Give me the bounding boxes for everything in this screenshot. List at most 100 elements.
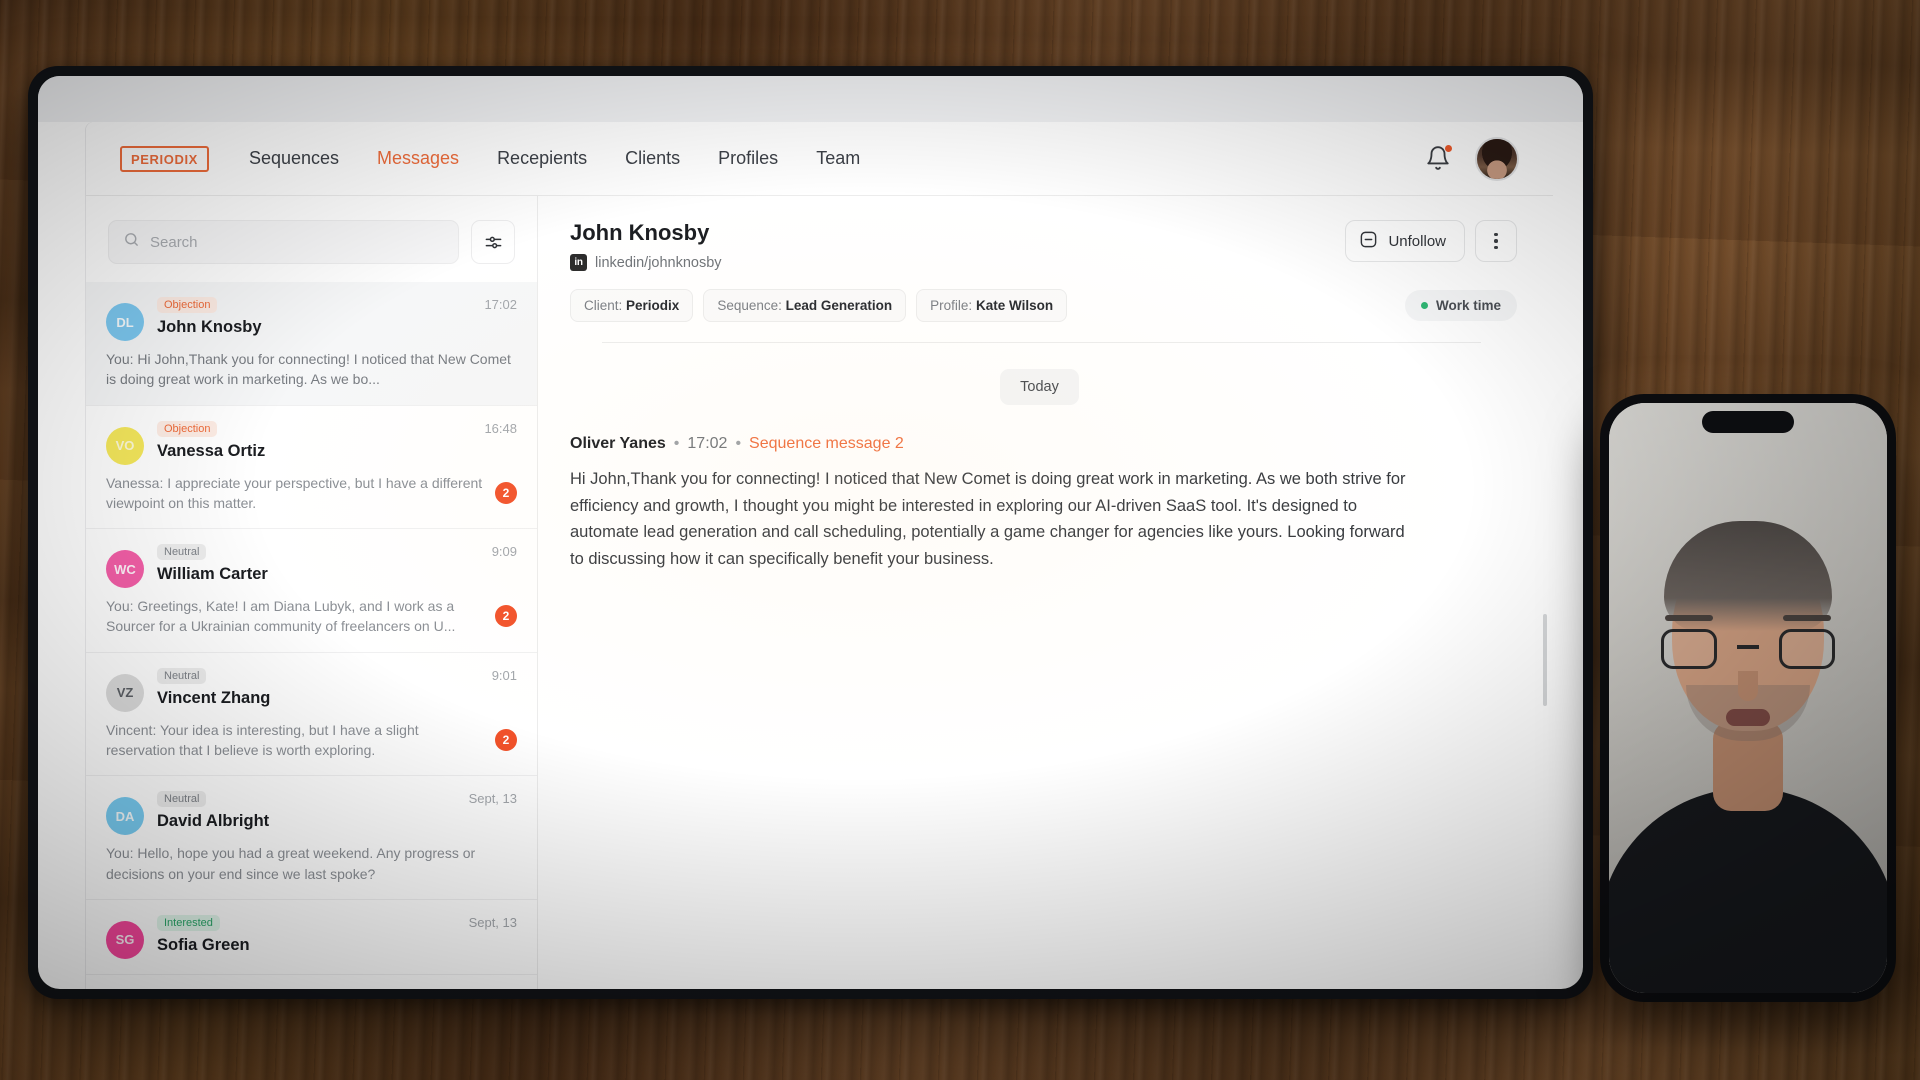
browser-gutter xyxy=(38,76,1583,122)
nav-item-sequences[interactable]: Sequences xyxy=(249,148,339,169)
user-avatar[interactable] xyxy=(1475,136,1519,181)
nav-item-recepients[interactable]: Recepients xyxy=(497,148,587,169)
person-eyebrow-right xyxy=(1783,615,1831,621)
notification-dot xyxy=(1444,143,1453,153)
nav-item-team[interactable]: Team xyxy=(816,148,860,169)
kebab-dot xyxy=(1494,232,1498,237)
nav-item-clients[interactable]: Clients xyxy=(625,148,680,169)
thread-scrollbar[interactable] xyxy=(1543,614,1547,706)
person-nose xyxy=(1738,671,1758,701)
message-body: Hi John,Thank you for connecting! I noti… xyxy=(570,470,1406,569)
conversation-item-david-albright[interactable]: DA Neutral David Albright Sept, 13 You: … xyxy=(86,776,537,900)
person-eyebrow-left xyxy=(1665,615,1713,621)
status-badge: Neutral xyxy=(157,544,207,561)
conversation-item-vincent-zhang[interactable]: VZ Neutral Vincent Zhang 9:01 Vincent: Y… xyxy=(86,653,537,777)
phone-notch xyxy=(1702,411,1794,433)
conversation-time: 17:02 xyxy=(484,297,517,312)
chip-sequence-label: Sequence: xyxy=(717,298,782,313)
chip-sequence-value: Lead Generation xyxy=(785,298,893,313)
more-vertical-icon[interactable] xyxy=(1475,220,1517,262)
linkedin-handle: linkedin/johnknosby xyxy=(595,254,722,271)
conversation-item-sofia-green[interactable]: SG Interested Sofia Green Sept, 13 xyxy=(86,900,537,975)
chip-profile-label: Profile: xyxy=(930,298,973,313)
status-badge: Interested xyxy=(157,914,220,931)
conversation-avatar: DL xyxy=(106,303,144,341)
nav-item-messages[interactable]: Messages xyxy=(377,148,459,169)
conversation-name: Vanessa Ortiz xyxy=(157,441,266,460)
conversation-time: Sept, 13 xyxy=(468,914,517,930)
conversation-avatar: WC xyxy=(106,550,144,589)
chip-profile[interactable]: Profile: Kate Wilson xyxy=(916,289,1068,322)
status-badge: Objection xyxy=(157,297,218,313)
conversation-preview: Vanessa: I appreciate your perspective, … xyxy=(106,474,483,511)
bell-icon[interactable] xyxy=(1425,143,1453,173)
conversation-name: Sofia Green xyxy=(157,935,250,954)
unfollow-button[interactable]: Unfollow xyxy=(1345,220,1465,262)
meta-separator: • xyxy=(735,435,742,452)
conversation-preview: Vincent: Your idea is interesting, but I… xyxy=(106,721,419,759)
tablet-screen: PERIODIX Sequences Messages Recepients C… xyxy=(38,76,1583,989)
filter-sliders-icon[interactable] xyxy=(471,220,515,264)
meta-separator: • xyxy=(673,435,680,452)
message-meta: Oliver Yanes • 17:02 • Sequence message … xyxy=(570,435,1509,453)
thread-header: John Knosby in linkedin/johnknosby Unfol… xyxy=(538,196,1553,343)
app-content: DL Objection John Knosby 17:02 You: Hi J… xyxy=(86,196,1553,989)
phone-screen xyxy=(1609,403,1887,993)
nav-item-profiles[interactable]: Profiles xyxy=(718,148,778,169)
unfollow-label: Unfollow xyxy=(1388,232,1446,250)
periodix-logo[interactable]: PERIODIX xyxy=(120,145,209,172)
avatar-image xyxy=(1477,138,1517,179)
conversation-avatar: SG xyxy=(106,920,144,959)
thread-messages[interactable]: Today Oliver Yanes • 17:02 • Sequence me… xyxy=(538,343,1553,989)
conversation-name: William Carter xyxy=(157,565,268,584)
conversation-avatar: VZ xyxy=(106,673,144,712)
work-time-label: Work time xyxy=(1435,298,1501,313)
conversation-list[interactable]: DL Objection John Knosby 17:02 You: Hi J… xyxy=(86,282,537,989)
conversation-name: John Knosby xyxy=(157,318,262,336)
top-navigation: PERIODIX Sequences Messages Recepients C… xyxy=(86,122,1553,196)
message-block: Oliver Yanes • 17:02 • Sequence message … xyxy=(570,435,1509,573)
work-time-badge: Work time xyxy=(1404,290,1517,321)
nav-right-actions xyxy=(1425,136,1519,181)
glasses-bridge xyxy=(1737,645,1759,649)
phone-device xyxy=(1600,394,1896,1002)
minus-square-icon xyxy=(1359,230,1378,253)
unread-count-badge: 2 xyxy=(495,729,517,752)
conversation-item-john-knosby[interactable]: DL Objection John Knosby 17:02 You: Hi J… xyxy=(86,282,537,406)
chip-client[interactable]: Client: Periodix xyxy=(570,289,694,322)
nav-links: Sequences Messages Recepients Clients Pr… xyxy=(249,148,860,169)
message-time: 17:02 xyxy=(687,435,728,452)
conversation-preview: You: Hi John,Thank you for connecting! I… xyxy=(106,351,511,388)
conversation-preview: You: Hello, hope you had a great weekend… xyxy=(106,845,476,882)
conversation-name: David Albright xyxy=(157,812,270,831)
conversation-preview: You: Greetings, Kate! I am Diana Lubyk, … xyxy=(106,598,456,635)
conversation-item-william-carter[interactable]: WC Neutral William Carter 9:09 You: Gree… xyxy=(86,529,537,653)
chip-profile-value: Kate Wilson xyxy=(975,298,1054,313)
periodix-app: PERIODIX Sequences Messages Recepients C… xyxy=(86,122,1553,989)
conversation-item-vanessa-ortiz[interactable]: VO Objection Vanessa Ortiz 16:48 Vanessa… xyxy=(86,406,537,530)
conversation-time: 9:01 xyxy=(491,667,517,683)
search-row xyxy=(86,196,537,282)
status-dot-icon xyxy=(1420,302,1428,309)
chip-client-label: Client: xyxy=(584,298,623,313)
person-mouth xyxy=(1726,709,1770,726)
search-input[interactable] xyxy=(150,233,444,251)
meta-chips-row: Client: Periodix Sequence: Lead Generati… xyxy=(570,289,1517,322)
chip-sequence[interactable]: Sequence: Lead Generation xyxy=(703,289,907,322)
sequence-message-label[interactable]: Sequence message 2 xyxy=(749,435,904,453)
kebab-dot xyxy=(1494,239,1498,243)
conversation-time: 9:09 xyxy=(491,544,517,560)
thread-pane: John Knosby in linkedin/johnknosby Unfol… xyxy=(538,196,1553,989)
unread-count-badge: 2 xyxy=(495,605,517,628)
conversation-time: 16:48 xyxy=(484,420,517,436)
linkedin-icon: in xyxy=(570,254,587,271)
conversation-name: Vincent Zhang xyxy=(157,688,271,707)
conversation-time: Sept, 13 xyxy=(468,791,517,807)
search-input-wrapper[interactable] xyxy=(108,220,459,264)
kebab-dot xyxy=(1494,245,1498,250)
tablet-device: PERIODIX Sequences Messages Recepients C… xyxy=(28,66,1593,999)
page-title: John Knosby xyxy=(570,220,710,245)
linkedin-profile-link[interactable]: in linkedin/johnknosby xyxy=(570,254,722,271)
search-icon xyxy=(123,231,140,253)
unread-count-badge: 2 xyxy=(495,481,517,504)
